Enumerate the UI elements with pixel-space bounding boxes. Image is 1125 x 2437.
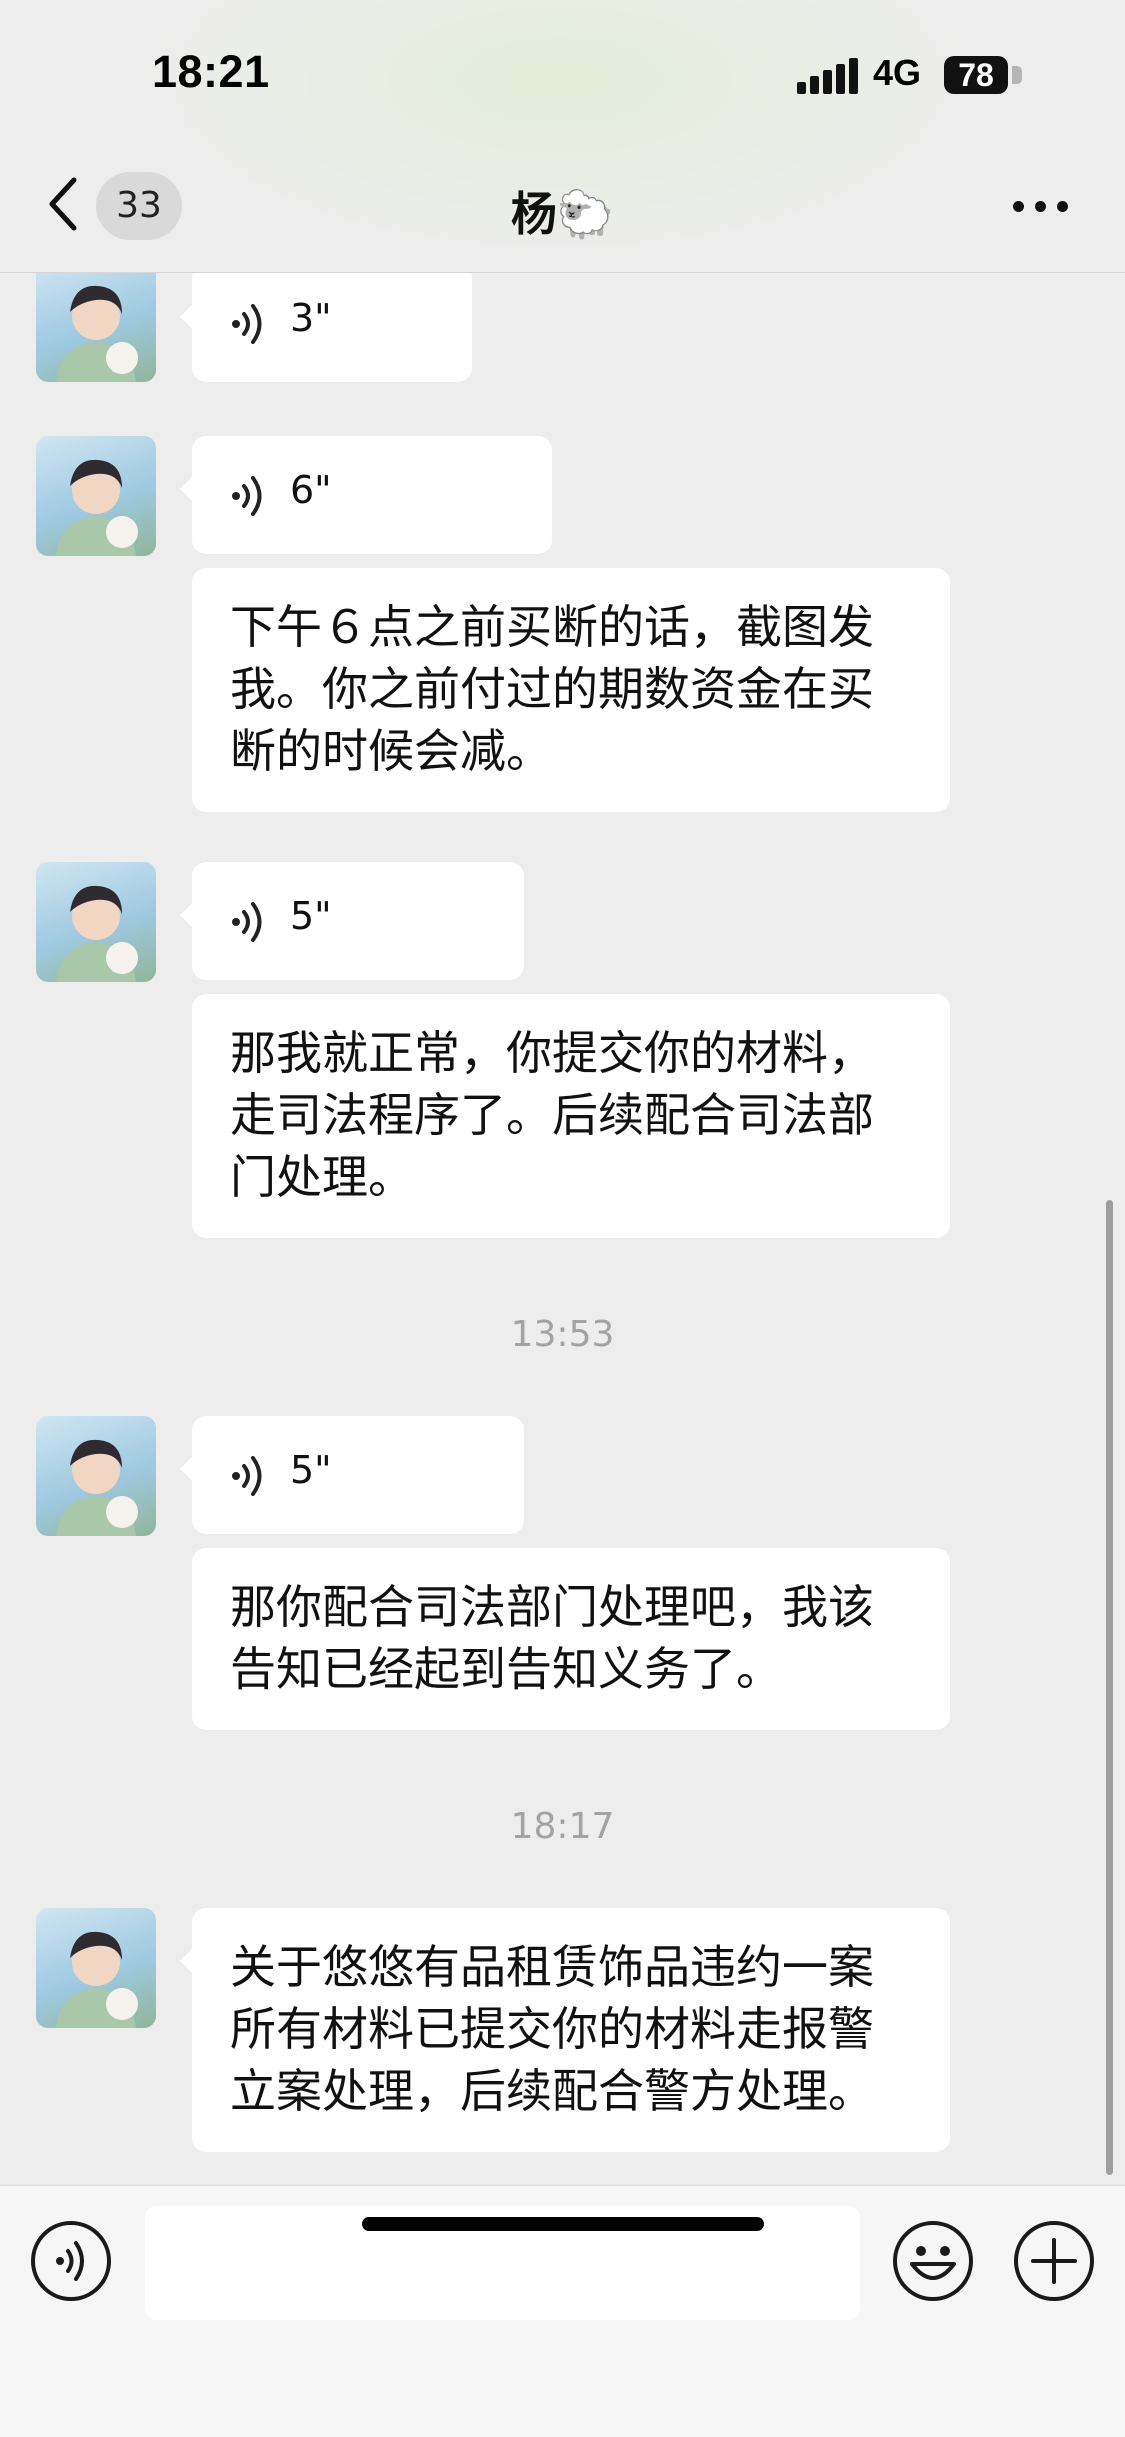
avatar[interactable]	[36, 1416, 156, 1536]
network-type: 4G	[873, 52, 922, 93]
bubble-tail	[180, 304, 193, 330]
message-list[interactable]: 3" 6" 下午６点之前买断的话，截图发我。你之前付过的期数资金在买断的时候会减…	[0, 0, 1125, 2185]
voice-message[interactable]: 5"	[180, 1416, 524, 1534]
voice-wave-icon	[232, 902, 262, 942]
message-text: 那你配合司法部门处理吧，我该告知已经起到告知义务了。	[230, 1580, 874, 1696]
voice-duration: 6"	[290, 468, 332, 512]
text-message[interactable]: 下午６点之前买断的话，截图发我。你之前付过的期数资金在买断的时候会减。	[192, 568, 950, 812]
text-message[interactable]: 那我就正常，你提交你的材料，走司法程序了。后续配合司法部门处理。	[192, 994, 950, 1238]
scrollbar[interactable]	[1106, 1200, 1113, 2175]
plus-circle-icon[interactable]	[1013, 2220, 1095, 2302]
status-time: 18:21	[152, 46, 270, 97]
header: 18:21 4G 78 33 杨🐑	[0, 0, 1125, 273]
voice-wave-icon	[232, 476, 262, 516]
time-divider: 18:17	[510, 1806, 615, 1847]
avatar[interactable]	[36, 436, 156, 556]
battery-icon: 78	[944, 56, 1008, 94]
voice-wave-icon	[232, 1456, 262, 1496]
emoji-face-icon[interactable]	[892, 2220, 974, 2302]
message-text: 关于悠悠有品租赁饰品违约一案所有材料已提交你的材料走报警立案处理，后续配合警方处…	[230, 1940, 874, 2118]
text-message[interactable]: 那你配合司法部门处理吧，我该告知已经起到告知义务了。	[192, 1548, 950, 1730]
voice-message[interactable]: 6"	[180, 436, 552, 554]
bubble-tail	[180, 1948, 193, 1974]
voice-duration: 3"	[290, 296, 332, 340]
avatar[interactable]	[36, 1908, 156, 2028]
bubble-tail	[180, 902, 193, 928]
more-dots-icon[interactable]	[1013, 196, 1069, 216]
battery-tip	[1012, 66, 1022, 84]
bubble-tail	[180, 1456, 193, 1482]
time-divider: 13:53	[510, 1314, 615, 1355]
bubble-tail	[180, 476, 193, 502]
text-message[interactable]: 关于悠悠有品租赁饰品违约一案所有材料已提交你的材料走报警立案处理，后续配合警方处…	[180, 1908, 950, 2152]
avatar[interactable]	[36, 862, 156, 982]
voice-duration: 5"	[290, 1448, 332, 1492]
home-indicator[interactable]	[362, 2217, 764, 2231]
cellular-signal-icon	[797, 58, 858, 94]
message-text: 下午６点之前买断的话，截图发我。你之前付过的期数资金在买断的时候会减。	[230, 600, 874, 778]
voice-wave-icon	[232, 304, 262, 344]
voice-duration: 5"	[290, 894, 332, 938]
voice-input-icon[interactable]	[30, 2220, 112, 2302]
message-text: 那我就正常，你提交你的材料，走司法程序了。后续配合司法部门处理。	[230, 1026, 874, 1204]
voice-message[interactable]: 3"	[180, 264, 472, 382]
chat-title: 杨🐑	[510, 187, 615, 241]
avatar[interactable]	[36, 262, 156, 382]
voice-message[interactable]: 5"	[180, 862, 524, 980]
